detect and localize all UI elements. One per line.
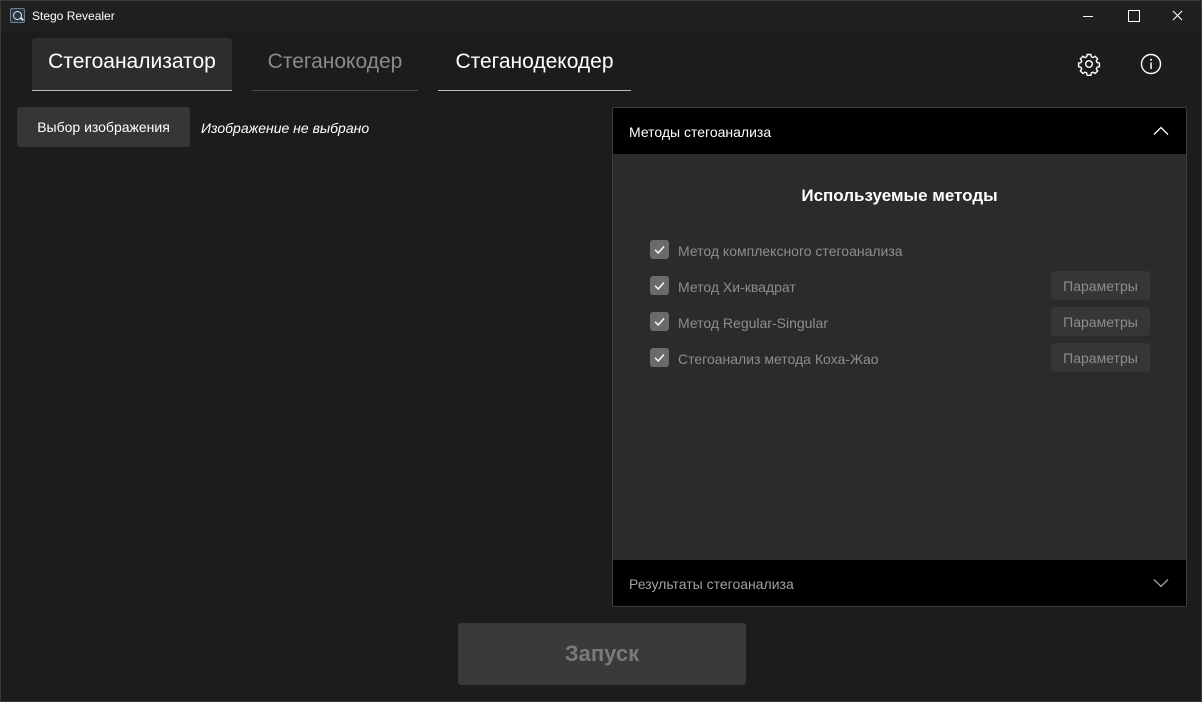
method-checkbox[interactable] xyxy=(650,348,669,367)
chevron-down-icon xyxy=(1153,579,1169,588)
checkmark-icon xyxy=(654,318,665,327)
method-label: Метод Хи-квадрат xyxy=(678,279,796,295)
run-button[interactable]: Запуск xyxy=(458,623,746,685)
image-status-text: Изображение не выбрано xyxy=(201,120,370,136)
info-button[interactable] xyxy=(1136,49,1166,79)
title-bar[interactable]: Stego Revealer xyxy=(1,1,1201,31)
select-image-button[interactable]: Выбор изображения xyxy=(17,107,190,147)
results-panel-header[interactable]: Результаты стегоанализа xyxy=(613,560,1186,606)
checkmark-icon xyxy=(654,282,665,291)
method-row: Стегоанализ метода Коха-Жао Параметры xyxy=(650,343,1150,372)
method-label: Метод комплексного стегоанализа xyxy=(678,243,903,259)
methods-panel-body: Используемые методы Метод комплексного с… xyxy=(613,154,1186,560)
method-checkbox[interactable] xyxy=(650,312,669,331)
minimize-button[interactable] xyxy=(1065,1,1110,31)
tab-steganalyzer[interactable]: Стегоанализатор xyxy=(32,38,232,91)
methods-panel-title: Методы стегоанализа xyxy=(629,124,772,140)
method-label: Стегоанализ метода Коха-Жао xyxy=(678,351,879,367)
method-row: Метод Regular-Singular Параметры xyxy=(650,307,1150,336)
method-checkbox[interactable] xyxy=(650,276,669,295)
results-panel-title: Результаты стегоанализа xyxy=(629,576,794,592)
tab-stegano-encoder[interactable]: Стеганокодер xyxy=(252,38,418,91)
checkmark-icon xyxy=(654,246,665,255)
method-label: Метод Regular-Singular xyxy=(678,315,828,331)
tab-label: Стегоанализатор xyxy=(48,50,216,73)
parameters-button[interactable]: Параметры xyxy=(1051,271,1150,300)
parameters-button[interactable]: Параметры xyxy=(1051,343,1150,372)
tab-label: Стеганокодер xyxy=(267,50,403,73)
methods-expander: Методы стегоанализа Используемые методы … xyxy=(612,107,1187,607)
tab-label: Стеганодекодер xyxy=(455,50,614,73)
methods-section-title: Используемые методы xyxy=(801,186,998,205)
tab-underline xyxy=(252,90,418,91)
checkmark-icon xyxy=(654,354,665,363)
app-logo-icon xyxy=(10,8,25,23)
method-checkbox[interactable] xyxy=(650,240,669,259)
method-row: Метод комплексного стегоанализа xyxy=(650,238,1150,262)
settings-button[interactable] xyxy=(1074,49,1104,79)
app-window: Stego Revealer Стегоанализатор Стеганоко… xyxy=(0,0,1202,702)
maximize-button[interactable] xyxy=(1110,1,1155,31)
method-row: Метод Хи-квадрат Параметры xyxy=(650,271,1150,300)
tab-underline xyxy=(438,90,631,91)
gear-icon xyxy=(1077,53,1101,76)
methods-panel-header[interactable]: Методы стегоанализа xyxy=(613,108,1186,154)
tab-stegano-decoder[interactable]: Стеганодекодер xyxy=(438,38,631,91)
window-title: Stego Revealer xyxy=(32,9,115,23)
info-icon xyxy=(1140,53,1162,75)
tab-underline xyxy=(32,90,232,91)
close-button[interactable] xyxy=(1155,1,1200,31)
chevron-up-icon xyxy=(1153,126,1169,135)
parameters-button[interactable]: Параметры xyxy=(1051,307,1150,336)
